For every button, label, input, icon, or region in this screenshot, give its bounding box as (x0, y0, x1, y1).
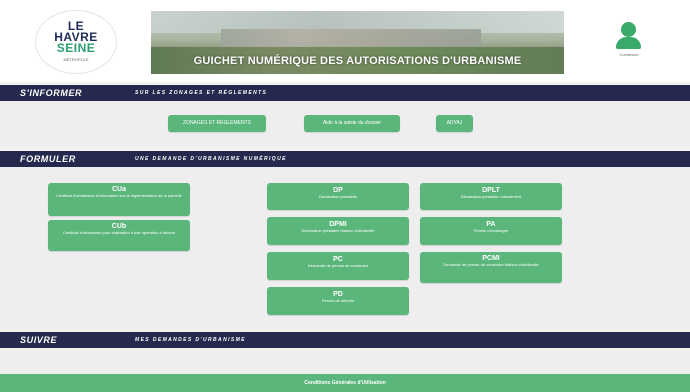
aerial-banner: GUICHET NUMÉRIQUE DES AUTORISATIONS D'UR… (151, 11, 564, 74)
section-informer-heading: S'INFORMER (20, 88, 83, 98)
banner-town (221, 29, 481, 47)
cgu-footer-link[interactable]: Conditions Générales d'Utilisation (0, 374, 690, 392)
cub-title: CUb (111, 223, 127, 230)
dp-title: DP (333, 187, 343, 194)
adyaj-label: ADYAJ (446, 120, 463, 126)
logo-line4: MÉTROPOLE (63, 57, 89, 62)
section-formuler-heading: FORMULER (20, 154, 76, 164)
section-suivre-bar: SUIVRE MES DEMANDES D'URBANISME (0, 332, 690, 348)
cua-title: CUa (111, 186, 126, 193)
section-suivre-subheading: MES DEMANDES D'URBANISME (135, 337, 246, 343)
user-icon (616, 37, 641, 49)
section-formuler-panel: CUa Certificat d'urbanisme d'information… (0, 167, 690, 328)
cua-button[interactable]: CUa Certificat d'urbanisme d'information… (48, 183, 190, 216)
cua-desc: Certificat d'urbanisme d'information sur… (56, 193, 182, 198)
zonages-reglements-button[interactable]: ZONAGES ET RÈGLEMENTS (168, 115, 266, 132)
adyaj-button[interactable]: ADYAJ (436, 115, 473, 132)
pc-title: PC (333, 256, 343, 263)
pa-button[interactable]: PA Permis d'aménager (420, 217, 562, 245)
le-havre-seine-logo[interactable]: LE HAVRE SEINE MÉTROPOLE (36, 11, 116, 73)
section-informer-bar: S'INFORMER SUR LES ZONAGES ET RÈGLEMENTS (0, 85, 690, 101)
section-suivre-panel (0, 348, 690, 374)
pcmi-button[interactable]: PCMI Demande de permis de construire Mai… (420, 252, 562, 283)
dpmi-button[interactable]: DPMI Déclaration préalable Maison Indivi… (267, 217, 409, 245)
pd-button[interactable]: PD Permis de démolir (267, 287, 409, 315)
dplt-title: DPLT (482, 187, 500, 194)
pcmi-title: PCMI (482, 255, 500, 262)
pc-button[interactable]: PC Demande de permis de construire (267, 252, 409, 280)
dp-button[interactable]: DP Déclaration préalable (267, 183, 409, 210)
cub-button[interactable]: CUb Certificat d'urbanisme pour réalisat… (48, 220, 190, 251)
logo-line3: SEINE (56, 41, 96, 55)
cub-desc: Certificat d'urbanisme pour réalisation … (62, 230, 176, 235)
pd-desc: Permis de démolir (321, 298, 355, 303)
login-label: Connexion (619, 52, 639, 57)
banner-title: GUICHET NUMÉRIQUE DES AUTORISATIONS D'UR… (193, 55, 522, 67)
aide-saisie-button[interactable]: Aide à la saisie du dossier (304, 115, 400, 132)
section-formuler-subheading: UNE DEMANDE D'URBANISME NUMÉRIQUE (135, 156, 287, 162)
pc-desc: Demande de permis de construire (307, 263, 369, 268)
user-icon-head (621, 22, 636, 37)
pa-desc: Permis d'aménager (473, 228, 509, 233)
section-informer-panel: ZONAGES ET RÈGLEMENTS Aide à la saisie d… (0, 101, 690, 147)
dplt-button[interactable]: DPLT Déclaration préalable Lotissement (420, 183, 562, 210)
dpmi-desc: Déclaration préalable Maison Individuell… (301, 228, 375, 233)
zonages-reglements-label: ZONAGES ET RÈGLEMENTS (183, 120, 251, 126)
dpmi-title: DPMI (329, 221, 347, 228)
pa-title: PA (486, 221, 496, 228)
login-button[interactable]: Connexion (606, 22, 652, 62)
dp-desc: Déclaration préalable (319, 194, 357, 199)
pcmi-desc: Demande de permis de construire Maison i… (443, 262, 539, 267)
aide-saisie-label: Aide à la saisie du dossier (322, 120, 382, 126)
header: LE HAVRE SEINE MÉTROPOLE GUICHET NUMÉRIQ… (0, 0, 690, 82)
section-suivre-heading: SUIVRE (20, 335, 58, 345)
dplt-desc: Déclaration préalable Lotissement (460, 194, 522, 199)
section-informer-subheading: SUR LES ZONAGES ET RÈGLEMENTS (135, 90, 268, 96)
pd-title: PD (333, 291, 343, 298)
section-formuler-bar: FORMULER UNE DEMANDE D'URBANISME NUMÉRIQ… (0, 151, 690, 167)
